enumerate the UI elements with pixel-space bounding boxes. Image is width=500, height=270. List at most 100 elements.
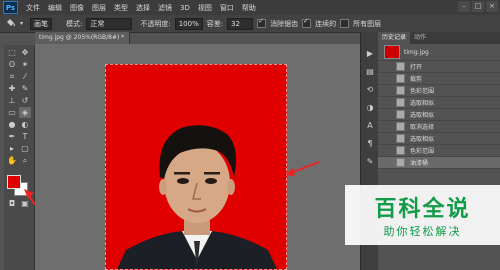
eraser-tool-icon[interactable]: ▭ [6,107,18,118]
watermark: 百科全说 助你轻松解决 [345,185,500,245]
history-state-icon [396,98,405,107]
contiguous-checkbox[interactable] [302,17,312,28]
shape-tool-icon[interactable]: ▢ [19,143,31,154]
menu-edit[interactable]: 编辑 [44,3,66,13]
tab-history[interactable]: 历史记录 [378,32,411,44]
document-title: timg.jpg @ 205%(RGB/8#) * [39,34,125,41]
menu-view[interactable]: 视图 [194,3,216,13]
type-tool-icon[interactable]: T [19,131,31,142]
watermark-subtitle: 助你轻松解决 [383,225,462,238]
history-state[interactable]: 取消选择 [378,121,500,133]
menu-image[interactable]: 图像 [66,3,88,13]
menu-type[interactable]: 类型 [110,3,132,13]
paragraph-panel-icon[interactable]: ¶ [364,138,376,149]
lasso-tool-icon[interactable]: ʘ [6,59,18,70]
window-controls: – □ × [458,1,498,12]
paint-bucket-tool-icon[interactable]: ◈ [19,107,31,118]
eyedropper-tool-icon[interactable]: ⁄ [19,71,31,82]
menu-filter[interactable]: 滤镜 [154,3,176,13]
opacity-input[interactable]: 100% [174,17,203,30]
history-state-label: 色彩范围 [410,88,435,95]
pen-tool-icon[interactable]: ✒ [6,131,18,142]
history-state-icon [396,122,405,131]
history-state-icon [396,74,405,83]
move-tool-icon[interactable]: ✥ [19,47,31,58]
mode-select[interactable]: 正常 [86,17,133,30]
clone-stamp-tool-icon[interactable]: ⊥ [6,95,18,106]
history-brush-tool-icon[interactable]: ↺ [19,95,31,106]
blur-tool-icon[interactable]: ● [6,119,18,130]
mode-label: 模式: [66,19,83,28]
history-state-label: 选取相似 [410,100,435,107]
panel-tabs: 历史记录 动作 [378,32,500,44]
history-state-icon [396,110,405,119]
brush-panel-icon[interactable]: ✎ [364,156,376,167]
history-state-icon [396,86,405,95]
dodge-tool-icon[interactable]: ◐ [19,119,31,130]
watermark-title: 百科全说 [374,197,471,222]
opacity-label: 不透明度: [140,19,171,28]
play-icon[interactable]: ▶ [364,48,376,59]
fill-source-select[interactable]: 画笔 [30,17,52,30]
history-state[interactable]: 打开 [378,61,500,73]
history-snapshot[interactable]: timg.jpg [378,44,500,61]
history-state-label: 色彩范围 [410,148,435,155]
history-state-label: 选取相似 [410,112,435,119]
all-layers-checkbox[interactable] [340,19,350,28]
minimize-button[interactable]: – [458,1,470,12]
quick-mask-icon[interactable]: ◘ [6,198,18,209]
tool-preset-chevron-icon[interactable]: ▾ [20,20,26,27]
portrait-illustration [116,125,278,269]
maximize-button[interactable]: □ [472,1,484,12]
antialias-checkbox[interactable] [257,17,267,28]
history-state[interactable]: 裁剪 [378,73,500,85]
contiguous-label: 连续的 [315,19,337,28]
marquee-tool-icon[interactable]: ⬚ [6,47,18,58]
snapshot-label: timg.jpg [404,48,429,56]
tab-actions[interactable]: 动作 [410,32,430,44]
history-state-selected[interactable]: 油漆桶 [378,157,500,169]
layers-panel-icon[interactable]: ▤ [364,66,376,77]
adjustment-icon[interactable]: ◑ [364,102,376,113]
crop-tool-icon[interactable]: ⌗ [6,71,18,82]
history-state-icon [396,62,405,71]
history-state-icon [396,134,405,143]
tolerance-input[interactable]: 32 [227,17,254,30]
foreground-color-swatch[interactable] [7,175,21,189]
zoom-tool-icon[interactable]: ⌕ [19,155,31,166]
photoshop-logo: Ps [3,1,18,14]
history-state[interactable]: 选取相似 [378,97,500,109]
menu-select[interactable]: 选择 [132,3,154,13]
options-bar: ▾ 画笔 模式: 正常 不透明度: 100% 容差: 32 消除锯齿 连续的 所… [0,15,500,33]
history-state-label: 取消选择 [410,124,435,131]
history-state[interactable]: 色彩范围 [378,145,500,157]
history-state-icon [396,146,405,155]
paint-bucket-tool-icon[interactable] [5,17,16,30]
menu-3d[interactable]: 3D [176,4,194,12]
magic-wand-tool-icon[interactable]: ✶ [19,59,31,70]
close-button[interactable]: × [486,1,498,12]
history-state[interactable]: 选取相似 [378,133,500,145]
paint-bucket-icon [396,158,405,167]
history-panel-icon[interactable]: ⟲ [364,84,376,95]
menu-window[interactable]: 窗口 [216,3,238,13]
hand-tool-icon[interactable]: ✋ [6,155,18,166]
history-state-label: 油漆桶 [410,160,429,167]
character-panel-icon[interactable]: A [364,120,376,131]
document-tab[interactable]: timg.jpg @ 205%(RGB/8#) * [35,32,130,44]
menu-file[interactable]: 文件 [22,3,44,13]
menu-layer[interactable]: 图层 [88,3,110,13]
all-layers-label: 所有图层 [353,19,382,28]
document-image[interactable] [105,64,287,270]
history-state-label: 打开 [410,64,423,71]
history-state-label: 选取相似 [410,136,435,143]
history-state[interactable]: 色彩范围 [378,85,500,97]
healing-tool-icon[interactable]: ✚ [6,83,18,94]
canvas-area[interactable] [35,44,360,270]
history-state[interactable]: 选取相似 [378,109,500,121]
path-selection-tool-icon[interactable]: ▸ [6,143,18,154]
antialias-label: 消除锯齿 [270,19,299,28]
menu-bar: Ps 文件 编辑 图像 图层 类型 选择 滤镜 3D 视图 窗口 帮助 – □ … [0,0,500,15]
menu-help[interactable]: 帮助 [238,3,260,13]
brush-tool-icon[interactable]: ✎ [19,83,31,94]
